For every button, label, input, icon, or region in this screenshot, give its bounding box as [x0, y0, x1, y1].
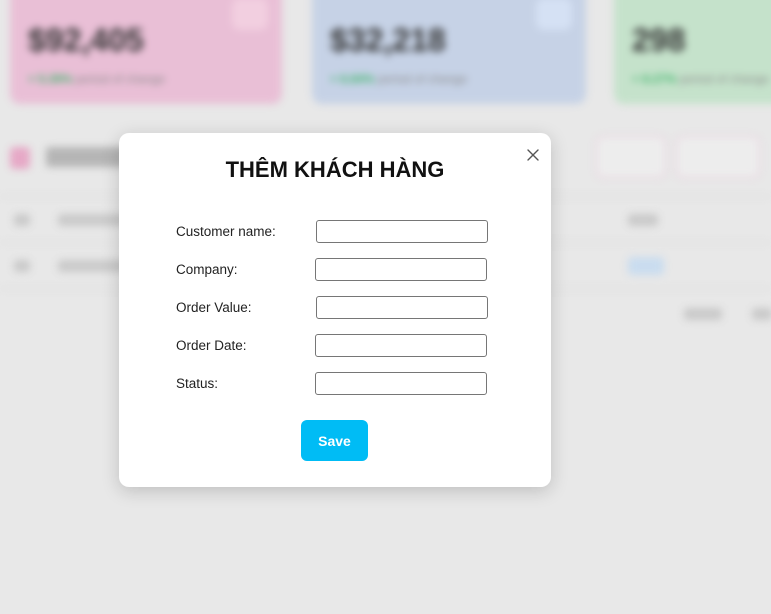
form-row-company: Company: — [176, 258, 488, 282]
stat-card-value: $92,405 — [28, 22, 144, 58]
stat-card-profit: $32,218 + 6.84% period of change — [312, 0, 586, 104]
import-button — [596, 136, 666, 178]
add-customer-dialog: THÊM KHÁCH HÀNG Customer name: Company: … — [119, 133, 551, 487]
status-label: Status: — [176, 376, 219, 391]
customer-name-input[interactable] — [316, 220, 488, 243]
stat-card-change: + 6.84% period of change — [330, 72, 468, 86]
stat-card-value: $32,218 — [330, 22, 446, 58]
stat-card-value: 298 — [632, 22, 686, 58]
stat-card-customers: 298 + 8.27% period of change — [614, 0, 771, 104]
stat-card-turnover: $92,405 + 5.39% period of change — [10, 0, 282, 104]
order-value-input[interactable] — [316, 296, 488, 319]
form-row-order-value: Order Value: — [176, 296, 488, 320]
order-date-input[interactable] — [315, 334, 487, 357]
order-date-label: Order Date: — [176, 338, 247, 353]
company-label: Company: — [176, 262, 238, 277]
order-value-label: Order Value: — [176, 300, 252, 315]
status-input[interactable] — [315, 372, 487, 395]
save-button[interactable]: Save — [301, 420, 368, 461]
company-input[interactable] — [315, 258, 487, 281]
form-row-order-date: Order Date: — [176, 334, 488, 358]
dialog-title: THÊM KHÁCH HÀNG — [225, 157, 445, 182]
stat-card-change: + 8.27% period of change — [632, 72, 770, 86]
form-row-status: Status: — [176, 372, 488, 396]
export-button — [676, 136, 760, 178]
card-icon — [232, 0, 268, 30]
customer-name-label: Customer name: — [176, 224, 276, 239]
form-row-customer-name: Customer name: — [176, 220, 488, 244]
section-icon — [10, 147, 30, 169]
card-icon — [536, 0, 572, 30]
stat-card-change: + 5.39% period of change — [28, 72, 166, 86]
